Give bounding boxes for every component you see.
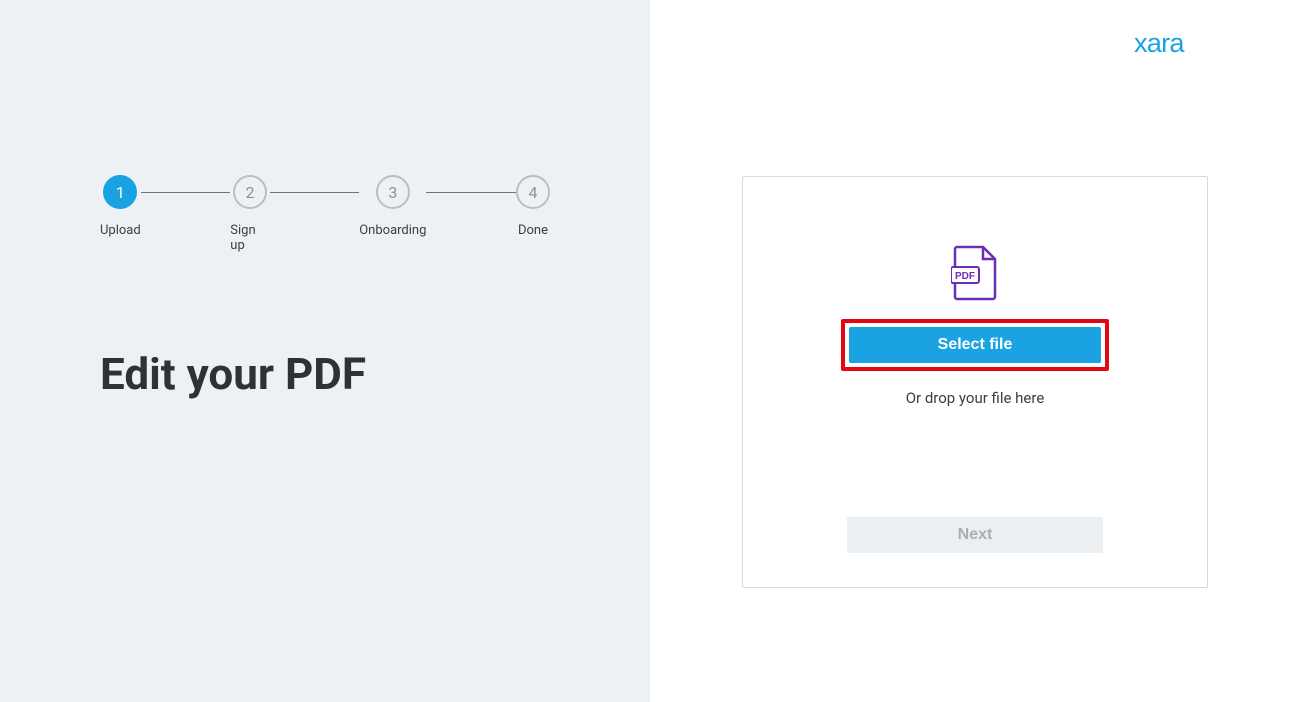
next-button[interactable]: Next: [847, 517, 1103, 553]
step-line-3: [426, 192, 516, 193]
drop-file-text: Or drop your file here: [906, 389, 1045, 407]
step-onboarding: 3 Onboarding: [359, 175, 426, 238]
pdf-file-icon: PDF: [951, 245, 999, 301]
step-line-2: [270, 192, 360, 193]
stepper: 1 Upload 2 Sign up 3 Onboarding 4 Done: [100, 175, 550, 253]
step-circle-4: 4: [516, 175, 550, 209]
xara-logo: xara: [1134, 28, 1230, 68]
step-signup: 2 Sign up: [230, 175, 269, 253]
step-circle-1: 1: [103, 175, 137, 209]
step-label-4: Done: [518, 223, 548, 238]
step-circle-3: 3: [376, 175, 410, 209]
step-label-1: Upload: [100, 223, 141, 238]
left-panel: 1 Upload 2 Sign up 3 Onboarding 4 Done E…: [0, 0, 650, 702]
step-label-2: Sign up: [230, 223, 269, 253]
step-upload: 1 Upload: [100, 175, 141, 238]
step-circle-2: 2: [233, 175, 267, 209]
upload-card: PDF Select file Or drop your file here N…: [742, 176, 1208, 588]
right-panel: xara PDF Select file Or drop your file h…: [650, 0, 1300, 702]
step-done: 4 Done: [516, 175, 550, 238]
step-label-3: Onboarding: [359, 223, 426, 238]
svg-text:xara: xara: [1134, 29, 1185, 58]
xara-logo-svg: xara: [1134, 29, 1230, 59]
select-file-button[interactable]: Select file: [849, 327, 1101, 363]
svg-text:PDF: PDF: [955, 271, 975, 282]
step-line-1: [141, 192, 231, 193]
page-heading: Edit your PDF: [100, 348, 550, 400]
select-file-highlight: Select file: [841, 319, 1109, 371]
